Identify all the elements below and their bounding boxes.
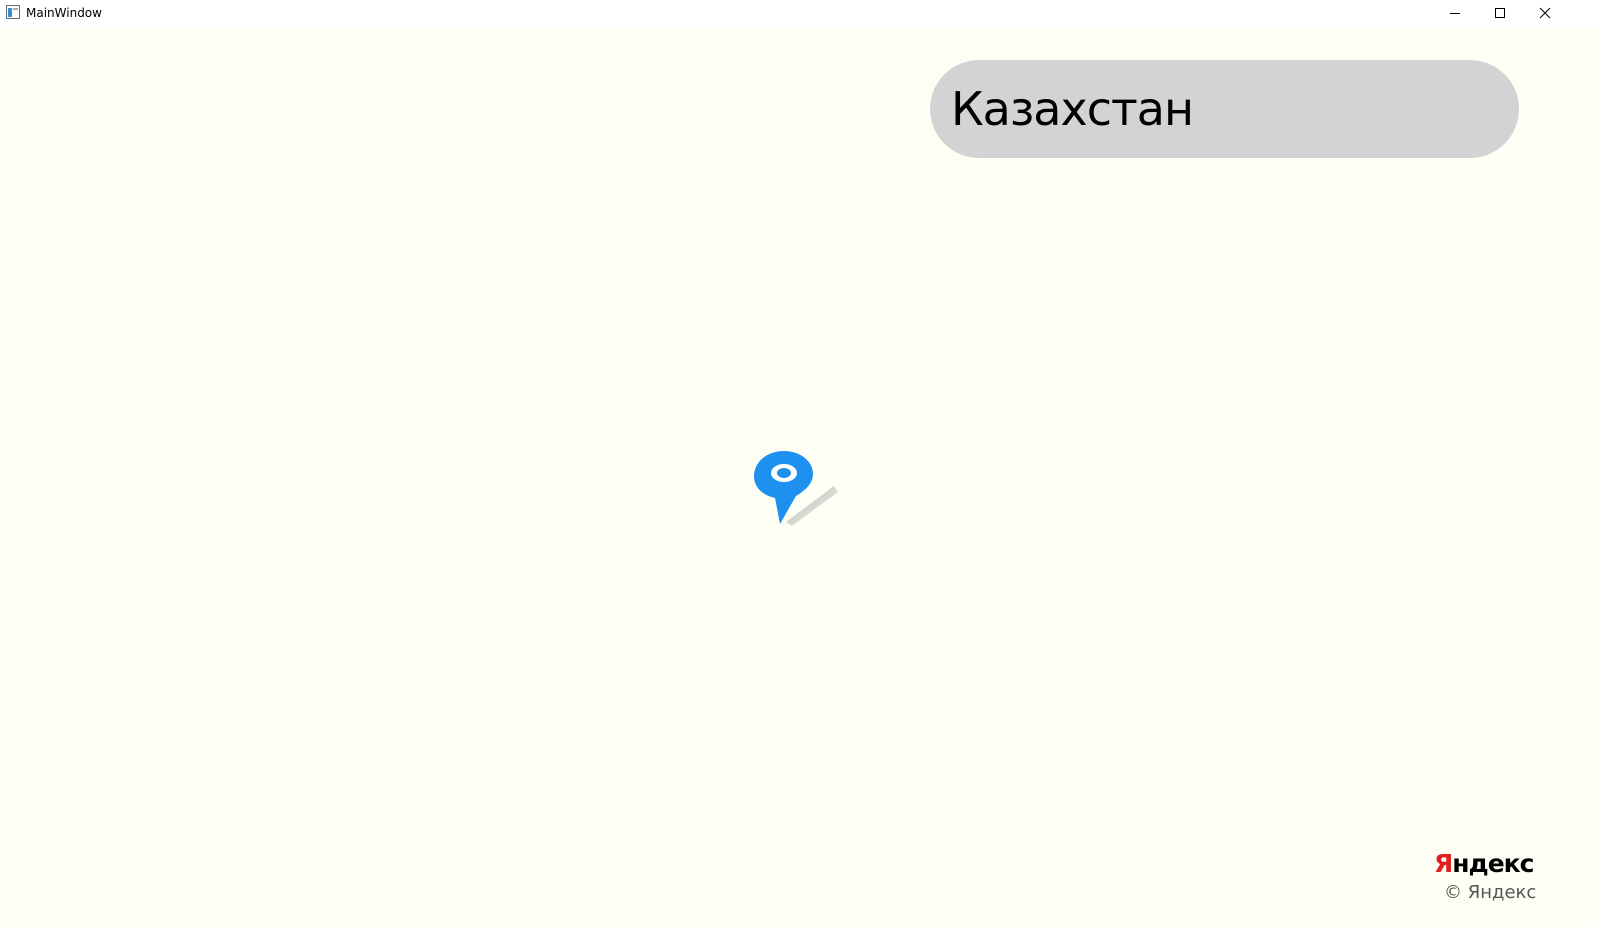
map-pin-icon[interactable]: [752, 448, 842, 530]
window-title: MainWindow: [26, 6, 102, 20]
minimize-icon: [1450, 13, 1460, 14]
title-bar[interactable]: MainWindow: [0, 0, 1598, 26]
maximize-button[interactable]: [1477, 0, 1523, 26]
minimize-button[interactable]: [1432, 0, 1478, 26]
maximize-icon: [1495, 8, 1505, 18]
yandex-logo[interactable]: Яндекс: [1434, 849, 1534, 879]
yandex-logo-first-letter: Я: [1434, 849, 1453, 878]
close-button[interactable]: [1522, 0, 1568, 26]
yandex-logo-rest: ндекс: [1452, 849, 1534, 878]
close-icon: [1539, 7, 1551, 19]
copyright-text: © Яндекс: [1444, 882, 1537, 903]
app-icon: [6, 5, 20, 19]
search-input[interactable]: Казахстан: [930, 60, 1519, 158]
main-window: MainWindow Казахстан Яндекс © Яндекс: [0, 0, 1598, 927]
